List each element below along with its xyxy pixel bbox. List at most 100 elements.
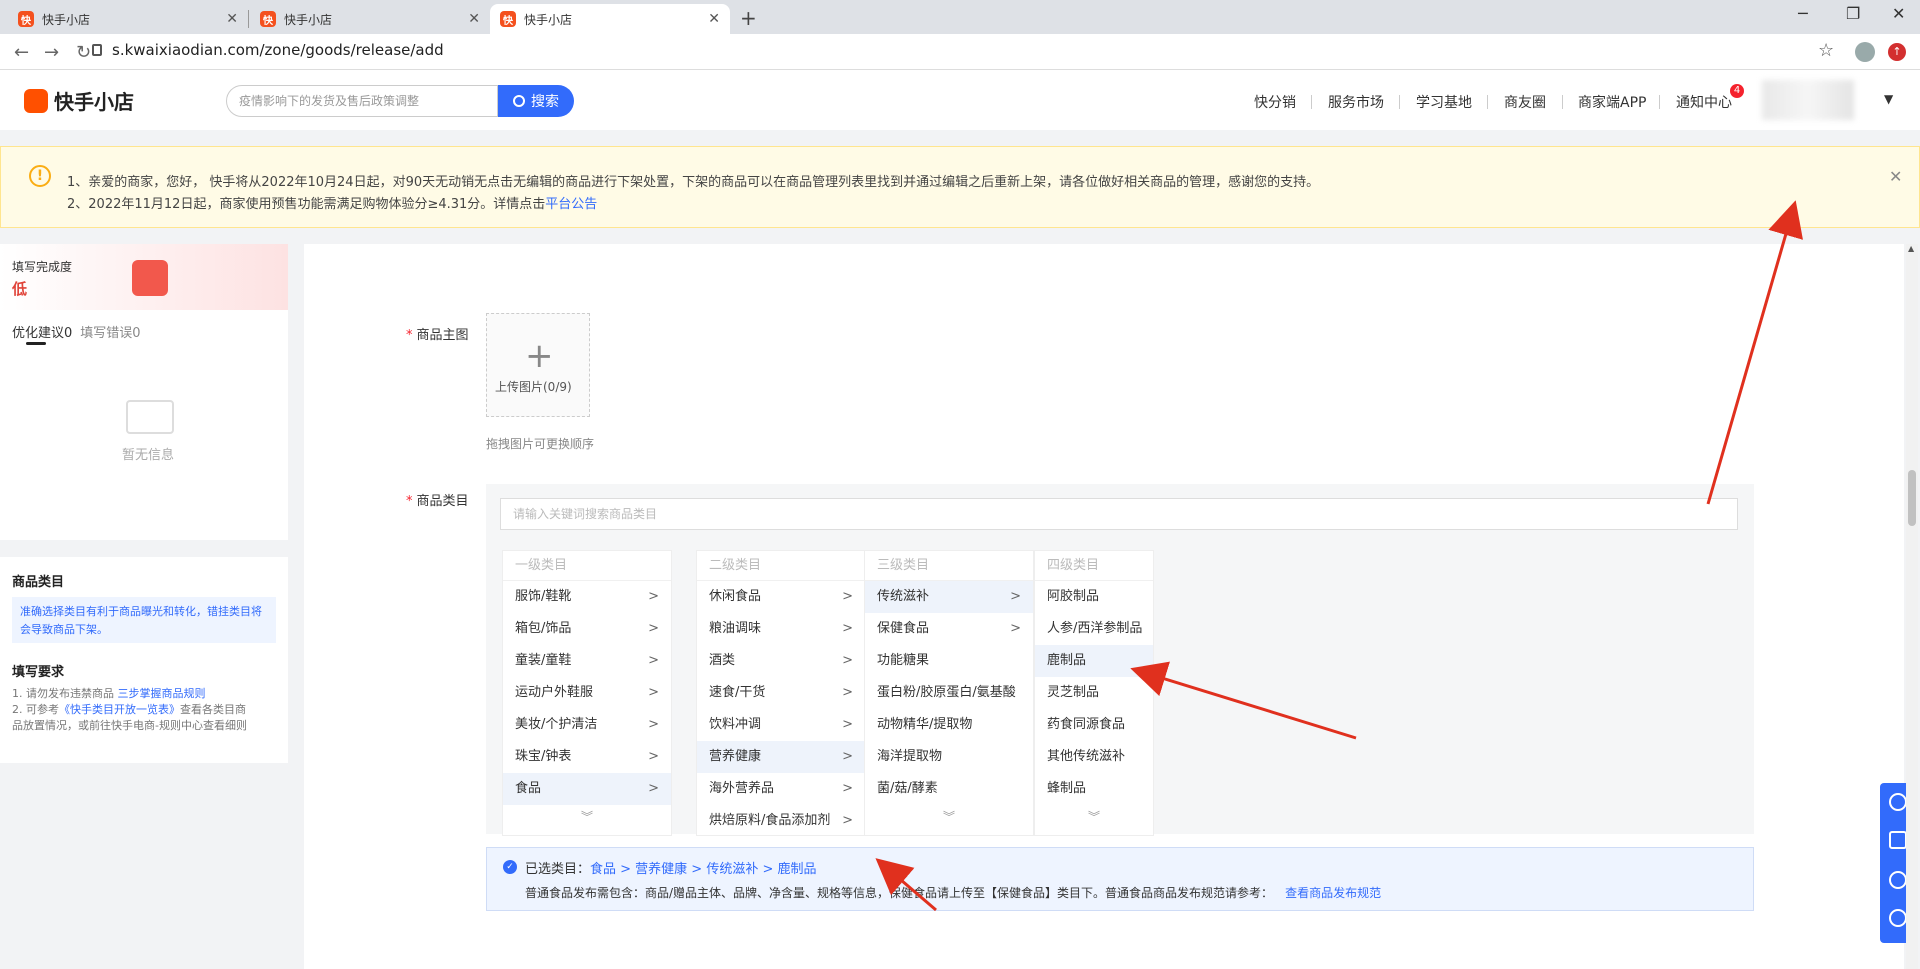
selected-path-link[interactable]: 食品 > 营养健康 > 传统滋补 > 鹿制品 [590, 862, 816, 877]
category-item-selected[interactable]: 鹿制品 [1035, 645, 1153, 677]
category-item[interactable]: 粮油调味 > [697, 613, 865, 645]
column-header: 二级类目 [697, 551, 865, 581]
category-item-selected[interactable]: 营养健康 > [697, 741, 865, 773]
forward-icon[interactable]: → [44, 42, 59, 63]
site-logo[interactable]: 快手小店 [24, 86, 134, 115]
browser-tab-3-active[interactable]: 快 快手小店 ✕ [490, 4, 730, 34]
category-item[interactable]: 休闲食品 > [697, 581, 865, 613]
category-item[interactable]: 海外营养品 > [697, 773, 865, 805]
browser-tab-2[interactable]: 快 快手小店 ✕ [250, 4, 490, 34]
category-item[interactable]: 阿胶制品 [1035, 581, 1153, 613]
category-item-label: 服饰/鞋靴 [515, 589, 572, 604]
chevron-right-icon: > [648, 781, 659, 796]
scroll-more-icon[interactable]: ︾ [1035, 805, 1153, 829]
close-tab-icon[interactable]: ✕ [226, 11, 238, 27]
close-tab-icon[interactable]: ✕ [708, 11, 720, 27]
completeness-label: 填写完成度 [12, 260, 73, 274]
bookmark-star-icon[interactable]: ☆ [1818, 40, 1834, 61]
upload-image-button[interactable]: + 上传图片(0/9) [486, 313, 590, 417]
category-item[interactable]: 美妆/个护清洁 > [503, 709, 671, 741]
selected-category-path: 已选类目：食品 > 营养健康 > 传统滋补 > 鹿制品 [525, 858, 817, 877]
completeness-panel: 填写完成度 低 优化建议0 填写错误0 暂无信息 [0, 244, 288, 540]
rules-link[interactable]: 三步掌握商品规则 [118, 687, 206, 700]
category-item[interactable]: 灵芝制品 [1035, 677, 1153, 709]
category-item[interactable]: 酒类 > [697, 645, 865, 677]
category-item[interactable]: 珠宝/钟表 > [503, 741, 671, 773]
page-scrollbar[interactable]: ▲ [1906, 244, 1918, 969]
category-item[interactable]: 人参/西洋参制品 [1035, 613, 1153, 645]
category-item[interactable]: 运动户外鞋服 > [503, 677, 671, 709]
category-list-link[interactable]: 《快手类目开放一览表》 [59, 703, 180, 716]
nav-notifications[interactable]: 通知中心 [1676, 92, 1732, 112]
tab-suggestions[interactable]: 优化建议0 [12, 326, 72, 341]
category-item[interactable]: 服饰/鞋靴 > [503, 581, 671, 613]
publish-spec-link[interactable]: 查看商品发布规范 [1285, 886, 1381, 900]
search-button[interactable]: 搜索 [498, 85, 574, 117]
category-item[interactable]: 蜂制品 [1035, 773, 1153, 805]
category-item[interactable]: 烘焙原料/食品添加剂 > [697, 805, 865, 837]
category-search-input[interactable]: 请输入关键词搜索商品类目 [500, 498, 1738, 530]
nav-merchant-circle[interactable]: 商友圈 [1504, 92, 1546, 112]
category-item-selected[interactable]: 食品 > [503, 773, 671, 805]
category-item[interactable]: 速食/干货 > [697, 677, 865, 709]
nav-service-market[interactable]: 服务市场 [1328, 92, 1384, 112]
user-avatar-blurred[interactable] [1762, 80, 1854, 120]
address-bar: ← → ↻ s.kwaixiaodian.com/zone/goods/rele… [0, 34, 1920, 70]
close-tab-icon[interactable]: ✕ [468, 11, 480, 27]
category-item[interactable]: 海洋提取物 [865, 741, 1033, 773]
chat-icon[interactable] [1889, 909, 1907, 927]
browser-tab-1[interactable]: 快 快手小店 ✕ [8, 4, 248, 34]
tab-errors[interactable]: 填写错误0 [80, 326, 140, 341]
category-item-label: 菌/菇/酵素 [877, 781, 938, 796]
scroll-more-icon[interactable]: ︾ [865, 805, 1033, 829]
update-icon[interactable]: ↑ [1888, 43, 1906, 61]
scroll-more-icon[interactable]: ︾ [503, 805, 671, 829]
kuaishou-logo-icon [24, 88, 48, 113]
close-icon[interactable]: ✕ [1889, 167, 1902, 186]
category-item[interactable]: 药食同源食品 [1035, 709, 1153, 741]
category-item[interactable]: 饮料冲调 > [697, 709, 865, 741]
category-item-label: 海外营养品 [709, 781, 775, 796]
nav-merchant-app[interactable]: 商家端APP [1578, 92, 1646, 112]
kuaishou-favicon-icon: 快 [260, 11, 276, 27]
category-item[interactable]: 保健食品 > [865, 613, 1033, 645]
category-item-label: 动物精华/提取物 [877, 717, 973, 732]
category-item-label: 粮油调味 [709, 621, 762, 636]
back-icon[interactable]: ← [14, 42, 29, 63]
check-circle-icon: ✓ [503, 860, 517, 874]
platform-announcement-link[interactable]: 平台公告 [545, 197, 597, 212]
category-item-label: 食品 [515, 781, 542, 796]
new-tab-icon[interactable]: + [740, 6, 757, 30]
minimize-icon[interactable]: ─ [1798, 4, 1808, 23]
category-item[interactable]: 动物精华/提取物 [865, 709, 1033, 741]
chevron-down-icon[interactable]: ▼ [1884, 92, 1893, 106]
category-item[interactable]: 功能糖果 [865, 645, 1033, 677]
chevron-right-icon: > [648, 589, 659, 604]
column-header: 四级类目 [1035, 551, 1153, 581]
nav-learning[interactable]: 学习基地 [1416, 92, 1472, 112]
category-item-selected[interactable]: 传统滋补 > [865, 581, 1033, 613]
window-close-icon[interactable]: ✕ [1892, 4, 1905, 23]
requirement-1: 1. 请勿发布违禁商品 三步掌握商品规则 [12, 685, 206, 701]
headset-icon[interactable] [1889, 793, 1907, 811]
category-item[interactable]: 蛋白粉/胶原蛋白/氨基酸 [865, 677, 1033, 709]
category-item-label: 阿胶制品 [1047, 589, 1100, 604]
category-item[interactable]: 菌/菇/酵素 [865, 773, 1033, 805]
nav-distribution[interactable]: 快分销 [1254, 92, 1296, 112]
category-item[interactable]: 童装/童鞋 > [503, 645, 671, 677]
edit-note-icon[interactable] [1889, 831, 1907, 849]
profile-avatar[interactable] [1855, 42, 1875, 62]
restore-icon[interactable]: ❐ [1846, 4, 1860, 23]
category-item[interactable]: 箱包/饰品 > [503, 613, 671, 645]
required-marker: * [406, 494, 413, 509]
search-input[interactable]: 疫情影响下的发货及售后政策调整 [226, 85, 498, 117]
info-icon[interactable] [1889, 871, 1907, 889]
nav-divider [1399, 95, 1400, 109]
category-item[interactable]: 其他传统滋补 [1035, 741, 1153, 773]
scroll-up-icon[interactable]: ▲ [1908, 244, 1914, 253]
notice-line-2-text: 2、2022年11月12日起，商家使用预售功能需满足购物体验分≥4.31分。详情… [67, 197, 546, 212]
reload-icon[interactable]: ↻ [76, 42, 91, 63]
scrollbar-thumb[interactable] [1908, 470, 1916, 526]
category-item-label: 营养健康 [709, 749, 762, 764]
url-field[interactable]: s.kwaixiaodian.com/zone/goods/release/ad… [112, 41, 444, 59]
